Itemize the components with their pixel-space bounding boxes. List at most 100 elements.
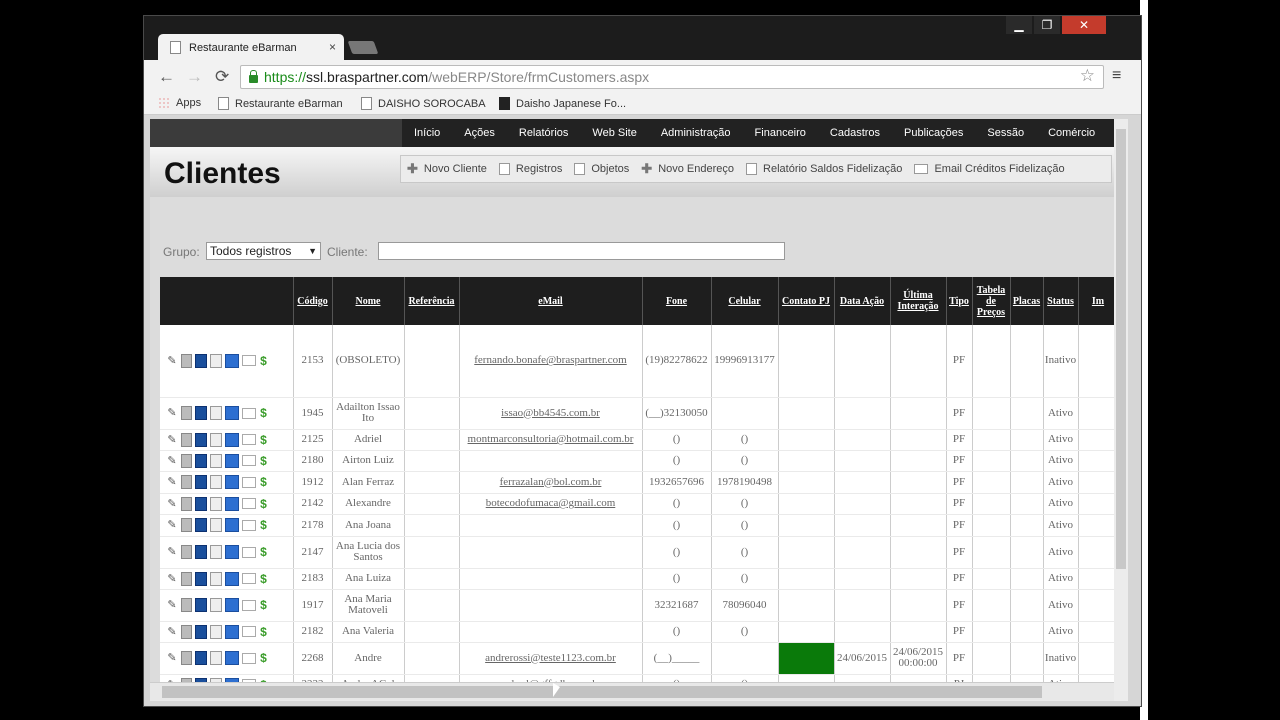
edit-icon[interactable]: ✎ [166,546,178,558]
bookmark-restaurante[interactable]: Restaurante eBarman [218,97,343,110]
dollar-icon[interactable]: $ [259,519,268,531]
book-icon[interactable] [195,475,207,489]
header-contato-pj[interactable]: Contato PJ [778,277,835,325]
bookmark-daisho-sorocaba[interactable]: DAISHO SOROCABA [361,97,486,110]
delete-icon[interactable] [181,518,192,532]
close-window-icon[interactable]: ✕ [1062,16,1106,34]
delete-icon[interactable] [181,453,192,468]
cell-email[interactable] [459,589,643,622]
delete-icon[interactable] [181,475,192,489]
horizontal-scroll-thumb[interactable] [162,686,1042,698]
horizontal-scrollbar[interactable] [150,682,1114,701]
novo-cliente-button[interactable]: ✚ Novo Cliente [401,161,493,177]
user-icon[interactable] [225,571,239,586]
book-icon[interactable] [195,598,207,612]
document-icon[interactable] [210,353,222,368]
edit-icon[interactable]: ✎ [166,455,178,467]
mail-icon[interactable] [242,519,256,531]
grupo-select[interactable]: Todos registros ▼ [206,242,321,260]
document-icon[interactable] [210,432,222,447]
header-fone[interactable]: Fone [642,277,712,325]
book-icon[interactable] [195,496,207,511]
registros-button[interactable]: Registros [493,163,568,175]
book-icon[interactable] [195,453,207,468]
document-icon[interactable] [210,545,222,559]
edit-icon[interactable]: ✎ [166,626,178,638]
email-creditos-button[interactable]: Email Créditos Fidelização [908,163,1070,175]
menu-cadastros[interactable]: Cadastros [818,127,892,139]
browser-tab[interactable]: Restaurante eBarman × [158,34,344,61]
book-icon[interactable] [195,571,207,586]
user-icon[interactable] [225,353,239,368]
bookmark-daisho-japanese[interactable]: Daisho Japanese Fo... [499,97,626,110]
cell-email[interactable]: andrerossi@teste1123.com.br [459,642,643,675]
menu-administracao[interactable]: Administração [649,127,743,139]
cell-email[interactable] [459,536,643,569]
new-tab-button[interactable] [347,41,379,54]
header-nome[interactable]: Nome [332,277,405,325]
user-icon[interactable] [225,432,239,447]
dollar-icon[interactable]: $ [259,476,268,488]
delete-icon[interactable] [181,432,192,447]
mail-icon[interactable] [242,626,256,637]
novo-endereco-button[interactable]: ✚ Novo Endereço [635,161,740,177]
cell-email[interactable]: issao@bb4545.com.br [459,397,643,430]
menu-acoes[interactable]: Ações [452,127,507,139]
document-icon[interactable] [210,406,222,420]
document-icon[interactable] [210,518,222,532]
document-icon[interactable] [210,453,222,468]
bookmark-star-icon[interactable]: ☆ [1080,66,1095,86]
dollar-icon[interactable]: $ [259,573,268,585]
book-icon[interactable] [195,406,207,420]
header-codigo[interactable]: Código [293,277,333,325]
header-status[interactable]: Status [1043,277,1079,325]
delete-icon[interactable] [181,353,192,368]
delete-icon[interactable] [181,624,192,639]
menu-relatorios[interactable]: Relatórios [507,127,581,139]
header-celular[interactable]: Celular [711,277,779,325]
dollar-icon[interactable]: $ [259,407,268,419]
maximize-icon[interactable]: ❐ [1034,16,1060,34]
user-icon[interactable] [225,518,239,532]
cell-email[interactable]: botecodofumaca@gmail.com [459,493,643,515]
menu-sessao[interactable]: Sessão [975,127,1036,139]
book-icon[interactable] [195,518,207,532]
header-tipo[interactable]: Tipo [946,277,973,325]
user-icon[interactable] [225,496,239,511]
header-imagem[interactable]: Im [1078,277,1114,325]
dollar-icon[interactable]: $ [259,455,268,467]
edit-icon[interactable]: ✎ [166,407,178,419]
header-tabela-precos[interactable]: Tabela de Preços [972,277,1011,325]
header-data-acao[interactable]: Data Ação [834,277,891,325]
menu-inicio[interactable]: Início [402,127,452,139]
dollar-icon[interactable]: $ [259,498,268,510]
minimize-icon[interactable]: ▁ [1006,16,1032,34]
mail-icon[interactable] [242,476,256,488]
cell-email[interactable] [459,621,643,643]
dollar-icon[interactable]: $ [259,546,268,558]
header-referencia[interactable]: Referência [404,277,460,325]
back-icon[interactable]: ← [158,67,175,87]
user-icon[interactable] [225,545,239,559]
edit-icon[interactable]: ✎ [166,519,178,531]
dollar-icon[interactable]: $ [259,626,268,638]
dollar-icon[interactable]: $ [259,599,268,611]
vertical-scrollbar[interactable] [1114,119,1128,701]
mail-icon[interactable] [242,573,256,584]
objetos-button[interactable]: Objetos [568,163,635,175]
user-icon[interactable] [225,598,239,612]
relatorio-saldos-button[interactable]: Relatório Saldos Fidelização [740,163,908,175]
user-icon[interactable] [225,475,239,489]
mail-icon[interactable] [242,652,256,664]
document-icon[interactable] [210,571,222,586]
close-tab-icon[interactable]: × [329,40,336,54]
edit-icon[interactable]: ✎ [166,476,178,488]
delete-icon[interactable] [181,545,192,559]
cell-email[interactable]: montmarconsultoria@hotmail.com.br [459,429,643,451]
reload-icon[interactable]: ⟳ [215,67,229,87]
edit-icon[interactable]: ✎ [166,599,178,611]
delete-icon[interactable] [181,571,192,586]
document-icon[interactable] [210,496,222,511]
cell-email[interactable] [459,514,643,537]
edit-icon[interactable]: ✎ [166,434,178,446]
